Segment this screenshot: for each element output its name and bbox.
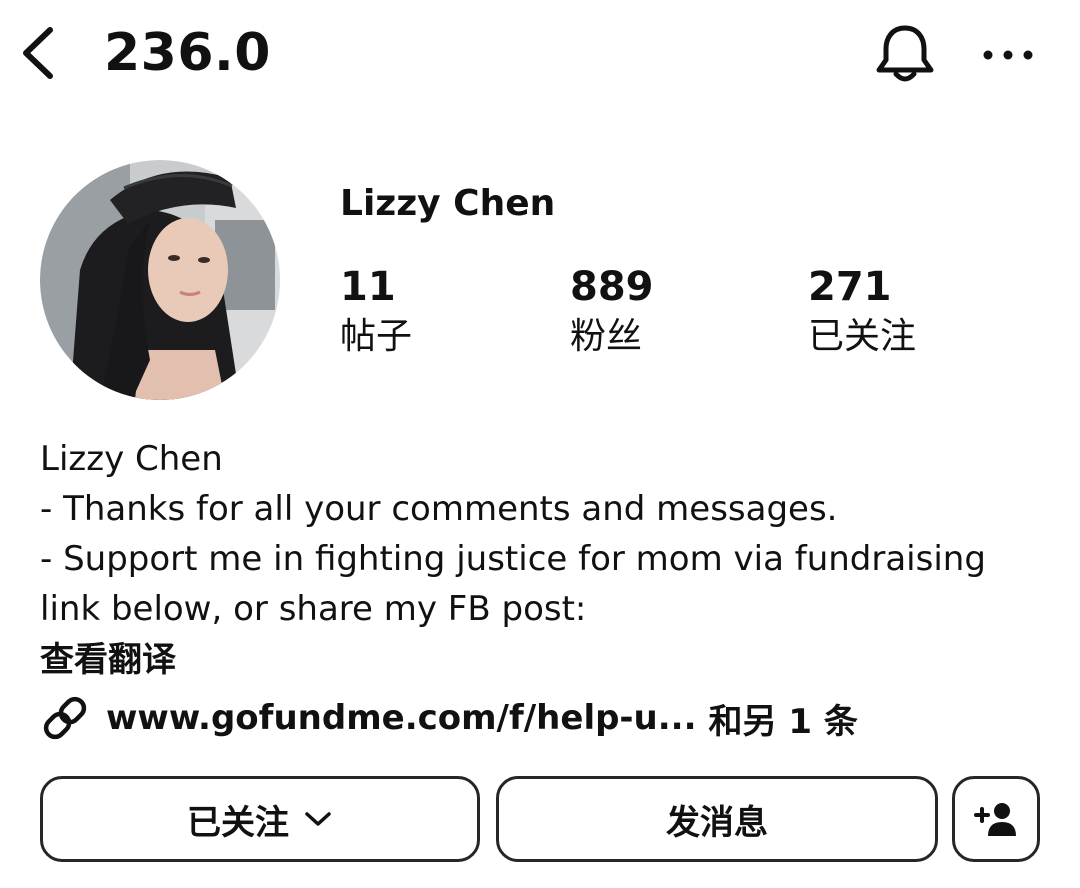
message-button-label: 发消息 [666, 802, 768, 843]
posts-count-label: 帖子 [340, 316, 413, 357]
bio-line: link below, or share my FB post: [40, 589, 587, 629]
bio-line: - Thanks for all your comments and messa… [40, 489, 838, 529]
followers-count-label: 粉丝 [570, 316, 643, 357]
avatar[interactable] [40, 160, 280, 400]
posts-count-value: 11 [340, 264, 396, 310]
bio-line: - Support me in fighting justice for mom… [40, 539, 986, 579]
posts-count[interactable]: 11 帖子 [340, 262, 412, 360]
chevron-down-icon [305, 812, 331, 826]
link-more-label: 和另 1 条 [708, 701, 858, 742]
page-title: 236.0 [104, 23, 271, 83]
bio: Lizzy Chen - Thanks for all your comment… [40, 434, 1050, 746]
external-link[interactable]: www.gofundme.com/f/help-u... 和另 1 条 [40, 690, 1050, 746]
bio-line: Lizzy Chen [40, 439, 223, 479]
following-count[interactable]: 271 已关注 [808, 262, 916, 360]
more-horizontal-icon[interactable] [980, 38, 1036, 72]
following-count-value: 271 [808, 264, 892, 310]
link-url: www.gofundme.com/f/help-u... [106, 698, 697, 738]
followers-count[interactable]: 889 粉丝 [570, 262, 654, 360]
display-name: Lizzy Chen [340, 183, 556, 224]
add-person-button[interactable] [952, 776, 1040, 862]
see-translation-link[interactable]: 查看翻译 [40, 634, 1050, 686]
link-icon [43, 696, 87, 740]
bell-icon[interactable] [872, 22, 938, 86]
message-button[interactable]: 发消息 [496, 776, 938, 862]
profile-page: 236.0 Lizzy Chen 11 帖子 889 粉丝 271 已关注 Li… [0, 0, 1080, 888]
following-button[interactable]: 已关注 [40, 776, 480, 862]
back-icon[interactable] [14, 22, 64, 84]
following-button-label: 已关注 [187, 802, 289, 843]
following-count-label: 已关注 [808, 316, 917, 357]
followers-count-value: 889 [570, 264, 654, 310]
add-person-icon [974, 803, 1016, 836]
